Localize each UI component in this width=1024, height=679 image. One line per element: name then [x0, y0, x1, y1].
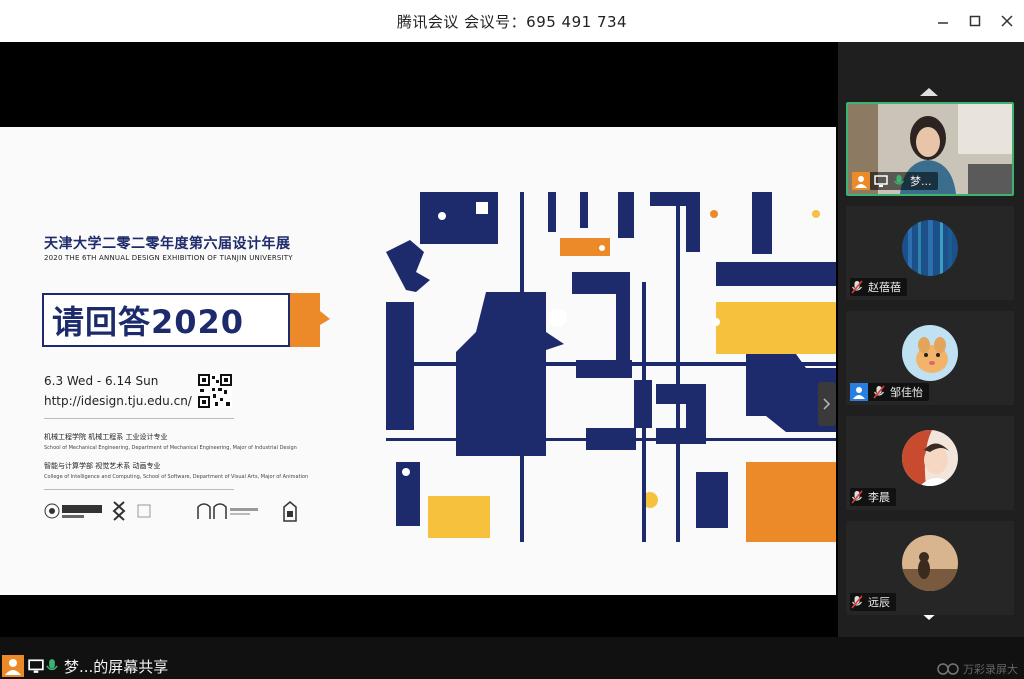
divider [44, 418, 234, 419]
sponsor-logos [44, 501, 297, 522]
host-icon [2, 655, 24, 677]
participant-nametag: 赵蓓蓓 [850, 278, 907, 296]
mic-on-icon [46, 659, 58, 671]
avatar [902, 535, 958, 591]
logo-head-icon [290, 293, 330, 347]
screen-share-status: 梦...的屏幕共享 [2, 654, 168, 678]
event-logo: 请回答2020 [42, 293, 290, 347]
watermark-text: 万彩录屏大 [963, 663, 1018, 676]
recorder-logo-icon [937, 663, 959, 675]
host-icon [852, 172, 870, 190]
shared-slide: 天津大学二零二零年度第六届设计年展 2020 THE 6TH ANNUAL DE… [0, 127, 836, 595]
maximize-icon [969, 15, 981, 27]
screen-share-icon [28, 659, 44, 673]
window-title: 腾讯会议 会议号：695 491 734 [396, 12, 628, 31]
avatar-image [902, 325, 958, 381]
mic-muted-icon [851, 490, 863, 504]
mic-muted-icon [851, 595, 863, 609]
participant-nametag: 远辰 [850, 593, 896, 611]
slide-title-en: 2020 THE 6TH ANNUAL DESIGN EXHIBITION OF… [44, 254, 293, 262]
avatar-image [902, 220, 958, 276]
dept2-cn: 智能与计算学部 视觉艺术系 动画专业 [44, 462, 161, 470]
participant-tile[interactable]: 赵蓓蓓 [846, 206, 1014, 300]
dept1-en: School of Mechanical Engineering, Depart… [44, 445, 297, 451]
chevron-right-icon [823, 398, 831, 410]
title-bar: 腾讯会议 会议号：695 491 734 [0, 0, 1024, 42]
participant-tile[interactable]: 远辰 [846, 521, 1014, 615]
participant-name: 远辰 [868, 596, 890, 609]
avatar [902, 220, 958, 276]
mic-muted-icon [873, 385, 885, 399]
participant-name: 李晨 [868, 491, 890, 504]
qr-code-icon [198, 374, 232, 408]
poster-artwork [386, 192, 836, 542]
share-status-text: 梦...的屏幕共享 [64, 657, 169, 676]
close-icon [1001, 15, 1013, 27]
participant-nametag: 梦... [852, 172, 938, 190]
avatar-image [902, 535, 958, 591]
host-icon [850, 383, 868, 401]
event-url[interactable]: http://idesign.tju.edu.cn/ [44, 394, 192, 408]
mic-on-icon [893, 175, 905, 185]
close-button[interactable] [990, 0, 1024, 42]
avatar [902, 430, 958, 486]
participant-nametag: 邹佳怡 [850, 383, 929, 401]
shared-screen-stage: 天津大学二零二零年度第六届设计年展 2020 THE 6TH ANNUAL DE… [0, 42, 838, 637]
dept1-cn: 机械工程学院 机械工程系 工业设计专业 [44, 433, 168, 441]
participant-tile[interactable]: 李晨 [846, 416, 1014, 510]
mic-muted-icon [851, 280, 863, 294]
recorder-watermark: 万彩录屏大 [937, 661, 1018, 677]
participant-name: 梦... [910, 175, 932, 188]
participant-nametag: 李晨 [850, 488, 896, 506]
dept2-en: College of Intelligence and Computing, S… [44, 474, 309, 480]
slide-title-cn: 天津大学二零二零年度第六届设计年展 [44, 236, 291, 252]
scroll-up-icon[interactable] [838, 82, 1024, 104]
avatar [902, 325, 958, 381]
collapse-panel-handle[interactable] [818, 382, 836, 426]
minimize-button[interactable] [926, 0, 960, 42]
minimize-icon [938, 22, 948, 24]
event-date: 6.3 Wed - 6.14 Sun [44, 374, 159, 388]
participant-name: 赵蓓蓓 [868, 281, 901, 294]
participant-tile[interactable]: 邹佳怡 [846, 311, 1014, 405]
maximize-button[interactable] [958, 0, 992, 42]
participant-tile-active[interactable]: 梦... [846, 102, 1014, 196]
screen-share-icon [874, 175, 888, 187]
participant-name: 邹佳怡 [890, 386, 923, 399]
divider [44, 489, 234, 490]
avatar-image [902, 430, 958, 486]
